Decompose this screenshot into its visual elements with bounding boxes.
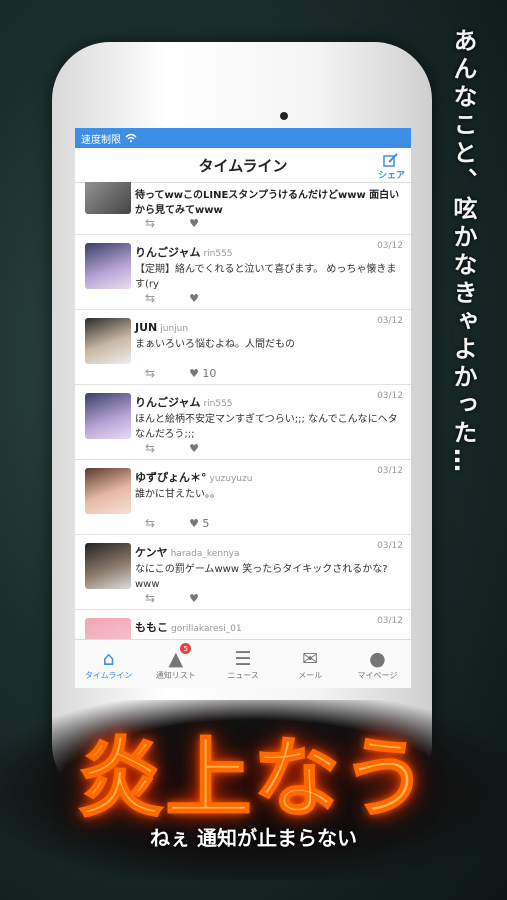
tab-label: メール — [298, 670, 323, 680]
user-handle: rin555 — [203, 249, 233, 259]
tab-mypage[interactable]: ● マイページ — [344, 640, 411, 688]
like-count: 5 — [202, 516, 210, 530]
retweet-icon[interactable]: ⇆ — [145, 291, 155, 305]
app-screen: 速度制限 タイムライン シェア 待ってwwこのLINEスタンプうけるんだけどww… — [75, 128, 411, 688]
user-handle: harada_kennya — [170, 549, 240, 559]
list-item[interactable]: ゆずぴょん＊° yuzuyuzu 03/12 誰かに甘えたい。。 ⇆ ♥ 5 — [75, 460, 411, 535]
tab-mail[interactable]: ✉ メール — [277, 640, 344, 688]
post-actions: ⇆ ♥ 10 — [145, 366, 216, 380]
list-item[interactable]: ケンヤ harada_kennya 03/12 なにこの罰ゲームwww 笑ったらタ… — [75, 535, 411, 610]
post-text: 誰かに甘えたい。。 — [135, 489, 220, 500]
post-actions: ⇆ ♥ — [145, 591, 199, 605]
post-date: 03/12 — [377, 541, 403, 551]
tab-label: タイムライン — [84, 670, 133, 680]
heart-icon[interactable]: ♥ — [189, 217, 199, 230]
status-label: 速度制限 — [81, 134, 121, 146]
avatar[interactable] — [85, 243, 131, 289]
post-actions: ⇆ ♥ — [145, 291, 199, 305]
avatar[interactable] — [85, 543, 131, 589]
tab-label: マイページ — [357, 670, 398, 680]
avatar[interactable] — [85, 393, 131, 439]
list-item[interactable]: 待ってwwこのLINEスタンプうけるんだけどwww 面白いから見てみてwww ⇆… — [75, 182, 411, 235]
user-name: ケンヤ — [135, 546, 168, 559]
list-item[interactable]: りんごジャム rin555 03/12 【定期】絡んでくれると泣いて喜びます。 め… — [75, 235, 411, 310]
post-date: 03/12 — [377, 616, 403, 626]
status-bar: 速度制限 — [75, 128, 411, 148]
heart-icon[interactable]: ♥ — [189, 592, 199, 605]
user-name: ゆずぴょん＊° — [135, 471, 207, 484]
retweet-icon[interactable]: ⇆ — [145, 591, 155, 605]
retweet-icon[interactable]: ⇆ — [145, 366, 155, 380]
tab-notifications[interactable]: ▲ 5 通知リスト — [142, 640, 209, 688]
list-item[interactable]: JUN junjun 03/12 まぁいろいろ悩むよね。人間だもの ⇆ ♥ 10 — [75, 310, 411, 385]
heart-icon[interactable]: ♥ 5 — [189, 517, 209, 530]
post-text: まぁいろいろ悩むよね。人間だもの — [135, 339, 295, 350]
post-text: ほんと絵柄不安定マンすぎてつらい;;; なんでこんなにヘタなんだろう;;; — [135, 414, 398, 440]
timeline-feed[interactable]: 待ってwwこのLINEスタンプうけるんだけどwww 面白いから見てみてwww ⇆… — [75, 182, 411, 688]
heart-icon[interactable]: ♥ 10 — [189, 367, 216, 380]
tab-timeline[interactable]: ⌂ タイムライン — [75, 640, 142, 688]
list-item[interactable]: りんごジャム rin555 03/12 ほんと絵柄不安定マンすぎてつらい;;; な… — [75, 385, 411, 460]
share-label: シェア — [377, 171, 405, 181]
user-icon: ● — [369, 647, 386, 670]
user-handle: yuzuyuzu — [209, 474, 253, 484]
page-title: タイムライン — [198, 156, 288, 175]
post-date: 03/12 — [377, 316, 403, 326]
user-handle: rin555 — [203, 399, 233, 409]
front-camera — [280, 112, 288, 120]
user-name: りんごジャム — [135, 246, 201, 259]
logo-subtitle: ねぇ 通知が止まらない — [150, 826, 357, 850]
avatar[interactable] — [85, 468, 131, 514]
compose-icon — [383, 153, 399, 167]
user-handle: gorillakaresi_01 — [171, 624, 242, 634]
post-date: 03/12 — [377, 466, 403, 476]
wifi-icon — [125, 133, 137, 143]
post-actions: ⇆ ♥ — [145, 441, 199, 455]
post-actions: ⇆ ♥ — [145, 216, 199, 230]
home-icon: ⌂ — [102, 647, 115, 670]
tab-bar: ⌂ タイムライン ▲ 5 通知リスト ☰ ニュース ✉ メール ● マイページ — [75, 639, 411, 688]
avatar[interactable] — [85, 182, 131, 214]
post-date: 03/12 — [377, 241, 403, 251]
user-name: りんごジャム — [135, 396, 201, 409]
retweet-icon[interactable]: ⇆ — [145, 216, 155, 230]
heart-icon[interactable]: ♥ — [189, 442, 199, 455]
post-date: 03/12 — [377, 391, 403, 401]
tab-label: 通知リスト — [155, 670, 196, 680]
user-name: JUN — [135, 321, 158, 334]
post-text: 【定期】絡んでくれると泣いて喜びます。 めっちゃ懐きます(ry — [135, 264, 397, 290]
user-name: ももこ — [135, 621, 168, 634]
retweet-icon[interactable]: ⇆ — [145, 516, 155, 530]
mail-icon: ✉ — [302, 647, 319, 670]
post-text: なにこの罰ゲームwww 笑ったらタイキックされるかな?www — [135, 564, 388, 590]
tagline: あんなこと、呟かなきゃよかった… — [449, 28, 477, 476]
retweet-icon[interactable]: ⇆ — [145, 441, 155, 455]
user-handle: junjun — [160, 324, 189, 334]
avatar[interactable] — [85, 318, 131, 364]
notification-badge: 5 — [180, 643, 192, 654]
post-text: 待ってwwこのLINEスタンプうけるんだけどwww 面白いから見てみてwww — [135, 190, 400, 216]
share-button[interactable]: シェア — [378, 152, 405, 181]
news-icon: ☰ — [234, 647, 252, 670]
tab-news[interactable]: ☰ ニュース — [209, 640, 276, 688]
nav-bar: タイムライン シェア — [75, 148, 411, 183]
game-logo: 炎上なう — [77, 727, 430, 830]
post-actions: ⇆ ♥ 5 — [145, 516, 209, 530]
heart-icon[interactable]: ♥ — [189, 292, 199, 305]
tab-label: ニュース — [227, 670, 259, 680]
like-count: 10 — [202, 366, 217, 380]
